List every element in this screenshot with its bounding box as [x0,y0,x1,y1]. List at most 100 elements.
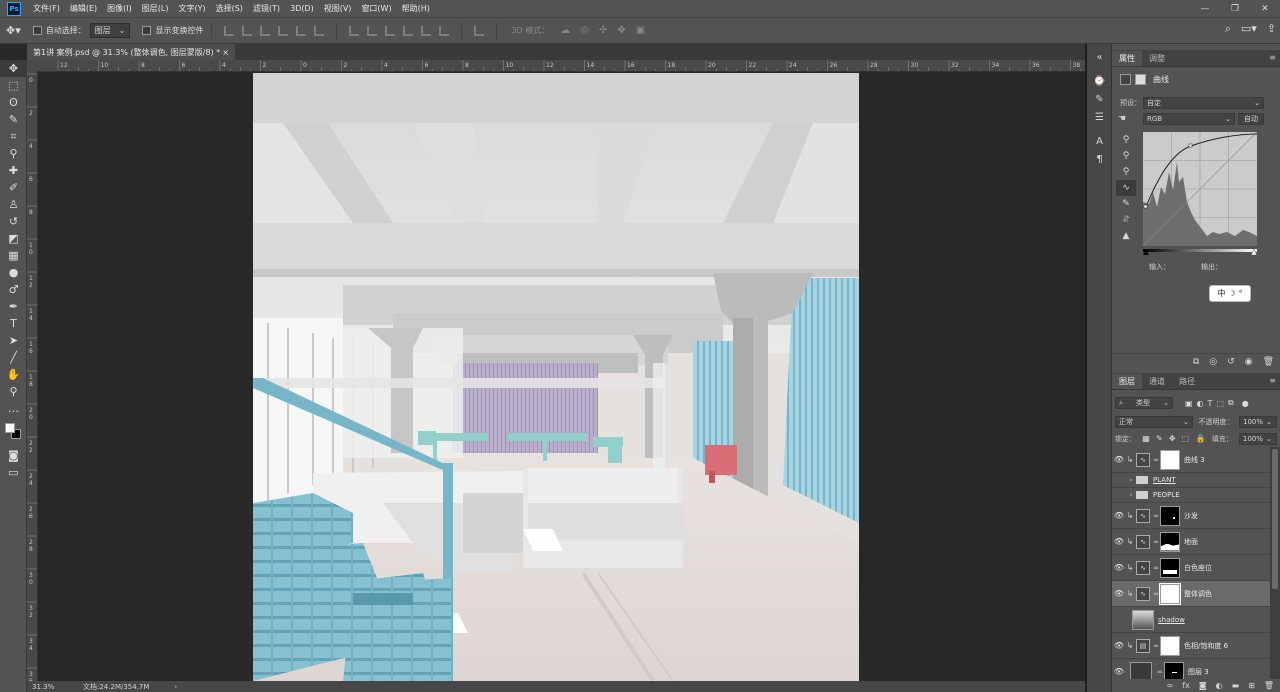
channel-dropdown[interactable]: RGB ⌄ [1143,113,1235,125]
history-panel-icon[interactable]: ⌚ [1087,72,1112,90]
layer-mask-thumbnail[interactable] [1160,531,1180,552]
align-right-icon[interactable] [314,25,325,36]
align-left-icon[interactable] [278,25,289,36]
move-tool-preset-icon[interactable]: ✥▾ [6,24,21,37]
curve-slider[interactable] [1143,247,1257,255]
curve-point-tool-icon[interactable]: ∿ [1116,180,1136,196]
type-tool-icon[interactable]: T [0,315,27,332]
history-brush-icon[interactable]: ↺ [0,213,27,230]
layer-thumbnail[interactable] [1132,609,1154,630]
eye-icon[interactable]: 👁 [1112,641,1126,650]
align-hcenter-icon[interactable] [296,25,307,36]
share-icon[interactable]: ⇪ [1267,22,1276,36]
distribute-vcenter-icon[interactable] [367,25,378,36]
layer-mask-thumbnail[interactable] [1160,557,1180,578]
layer-row[interactable]: 👁 ↳ ∿ ∞ 曲线 3 [1112,447,1270,473]
blur-tool-icon[interactable]: ● [0,264,27,281]
mask-icon[interactable] [1135,74,1146,85]
clone-stamp-icon[interactable]: ♙ [0,196,27,213]
layer-row[interactable]: 👁 ↳ ∿ ∞ 白色座位 [1112,555,1270,581]
screen-mode-icon[interactable]: ▭ [0,464,27,481]
eye-icon[interactable]: 👁 [1112,589,1126,598]
document-canvas[interactable] [253,73,859,681]
layer-thumbnail[interactable] [1130,661,1152,679]
layer-row[interactable]: 👁 ↳ ∿ ∞ 沙发 [1112,503,1270,529]
auto-align-icon[interactable] [474,25,485,36]
new-group-icon[interactable]: ▬ [1232,681,1240,690]
filter-dropdown[interactable]: ⌕ 类型 ⌄ [1115,397,1173,409]
move-tool-icon[interactable]: ✥ [0,60,27,77]
menu-view[interactable]: 视图(V) [324,3,352,14]
gray-point-eyedropper-icon[interactable]: ⚲ [1116,148,1136,164]
distribute-right-icon[interactable] [439,25,450,36]
link-icon[interactable]: ∞ [1152,456,1160,464]
line-tool-icon[interactable]: ╱ [0,349,27,366]
eye-icon[interactable]: 👁 [1112,476,1126,485]
layer-row[interactable]: 👁 ↳ ∿ ∞ 地面 [1112,529,1270,555]
layers-scrollbar[interactable] [1270,447,1280,679]
tab-layers[interactable]: 图层 [1112,374,1142,389]
show-transform-checkbox[interactable] [142,26,152,35]
blend-mode-dropdown[interactable]: 正常 ⌄ [1115,415,1193,428]
3d-scale-icon[interactable]: ▣ [636,25,645,36]
menu-select[interactable]: 选择(S) [216,3,243,14]
gradient-tool-icon[interactable]: ▦ [0,247,27,264]
lock-position-icon[interactable]: ✥ [1169,434,1176,443]
workspace-icon[interactable]: ▭▾ [1241,22,1257,36]
layer-style-icon[interactable]: fx [1182,681,1190,690]
ime-indicator[interactable]: 中 ☽ ° [1209,285,1251,302]
pixel-filter-icon[interactable]: ▣ [1185,399,1193,408]
eye-icon[interactable]: 👁 [1112,491,1126,500]
3d-pan-icon[interactable]: ✣ [599,25,607,36]
restore-button[interactable]: ❐ [1220,0,1250,17]
menu-filter[interactable]: 滤镜(T) [253,3,280,14]
distribute-left-icon[interactable] [403,25,414,36]
filter-toggle-icon[interactable]: ● [1242,399,1249,408]
curves-adjustment-icon[interactable] [1120,74,1131,85]
marquee-tool-icon[interactable]: ⬚ [0,77,27,94]
align-bottom-icon[interactable] [260,25,271,36]
foreground-color[interactable] [5,423,15,433]
menu-help[interactable]: 帮助(H) [402,3,430,14]
3d-slide-icon[interactable]: ✥ [617,25,625,36]
eye-icon[interactable]: 👁 [1112,667,1126,676]
healing-brush-icon[interactable]: ✚ [0,162,27,179]
eye-icon[interactable]: 👁 [1112,615,1126,624]
layer-group-row[interactable]: 👁 › PLANT [1112,473,1270,488]
align-vcenter-icon[interactable] [242,25,253,36]
type-filter-icon[interactable]: T [1208,399,1213,408]
lock-artboard-icon[interactable]: ⬚ [1182,434,1190,443]
menu-layer[interactable]: 图层(L) [142,3,169,14]
pencil-curve-icon[interactable]: ✎ [1116,196,1136,212]
close-window-button[interactable]: ✕ [1250,0,1280,17]
tab-properties[interactable]: 属性 [1112,51,1142,66]
view-previous-icon[interactable]: ◎ [1209,357,1217,367]
more-tools-icon[interactable]: … [0,400,27,417]
link-icon[interactable]: ∞ [1152,564,1160,572]
3d-roll-icon[interactable]: ◎ [580,25,589,36]
pen-tool-icon[interactable]: ✒ [0,298,27,315]
target-adjust-icon[interactable]: ☚ [1118,114,1126,124]
clip-to-layer-icon[interactable]: ⧉ [1193,357,1199,367]
menu-type[interactable]: 文字(Y) [178,3,205,14]
menu-3d[interactable]: 3D(D) [290,4,314,13]
eraser-tool-icon[interactable]: ◩ [0,230,27,247]
layer-mask-thumbnail[interactable] [1160,449,1180,470]
lock-transparency-icon[interactable]: ▦ [1142,434,1150,443]
preset-dropdown[interactable]: 自定 ⌄ [1143,97,1264,109]
auto-select-dropdown[interactable]: 图层 ⌄ [89,23,131,38]
new-layer-icon[interactable]: ⊞ [1248,681,1255,690]
eye-icon[interactable]: 👁 [1112,563,1126,572]
layer-row[interactable]: 👁 shadow [1112,607,1270,633]
delete-icon[interactable]: 🗑 [1263,357,1274,367]
adjustments-panel-icon[interactable]: ☰ [1087,108,1112,126]
add-mask-icon[interactable]: ◙ [1199,681,1207,690]
tab-adjustments[interactable]: 调整 [1142,51,1172,66]
menu-window[interactable]: 窗口(W) [361,3,391,14]
auto-select-checkbox[interactable] [32,26,42,35]
collapse-panels-icon[interactable]: « [1087,48,1112,66]
crop-tool-icon[interactable]: ⌗ [0,128,27,145]
path-select-icon[interactable]: ➤ [0,332,27,349]
auto-button[interactable]: 自动 [1238,113,1264,125]
new-adjustment-icon[interactable]: ◐ [1216,681,1223,690]
